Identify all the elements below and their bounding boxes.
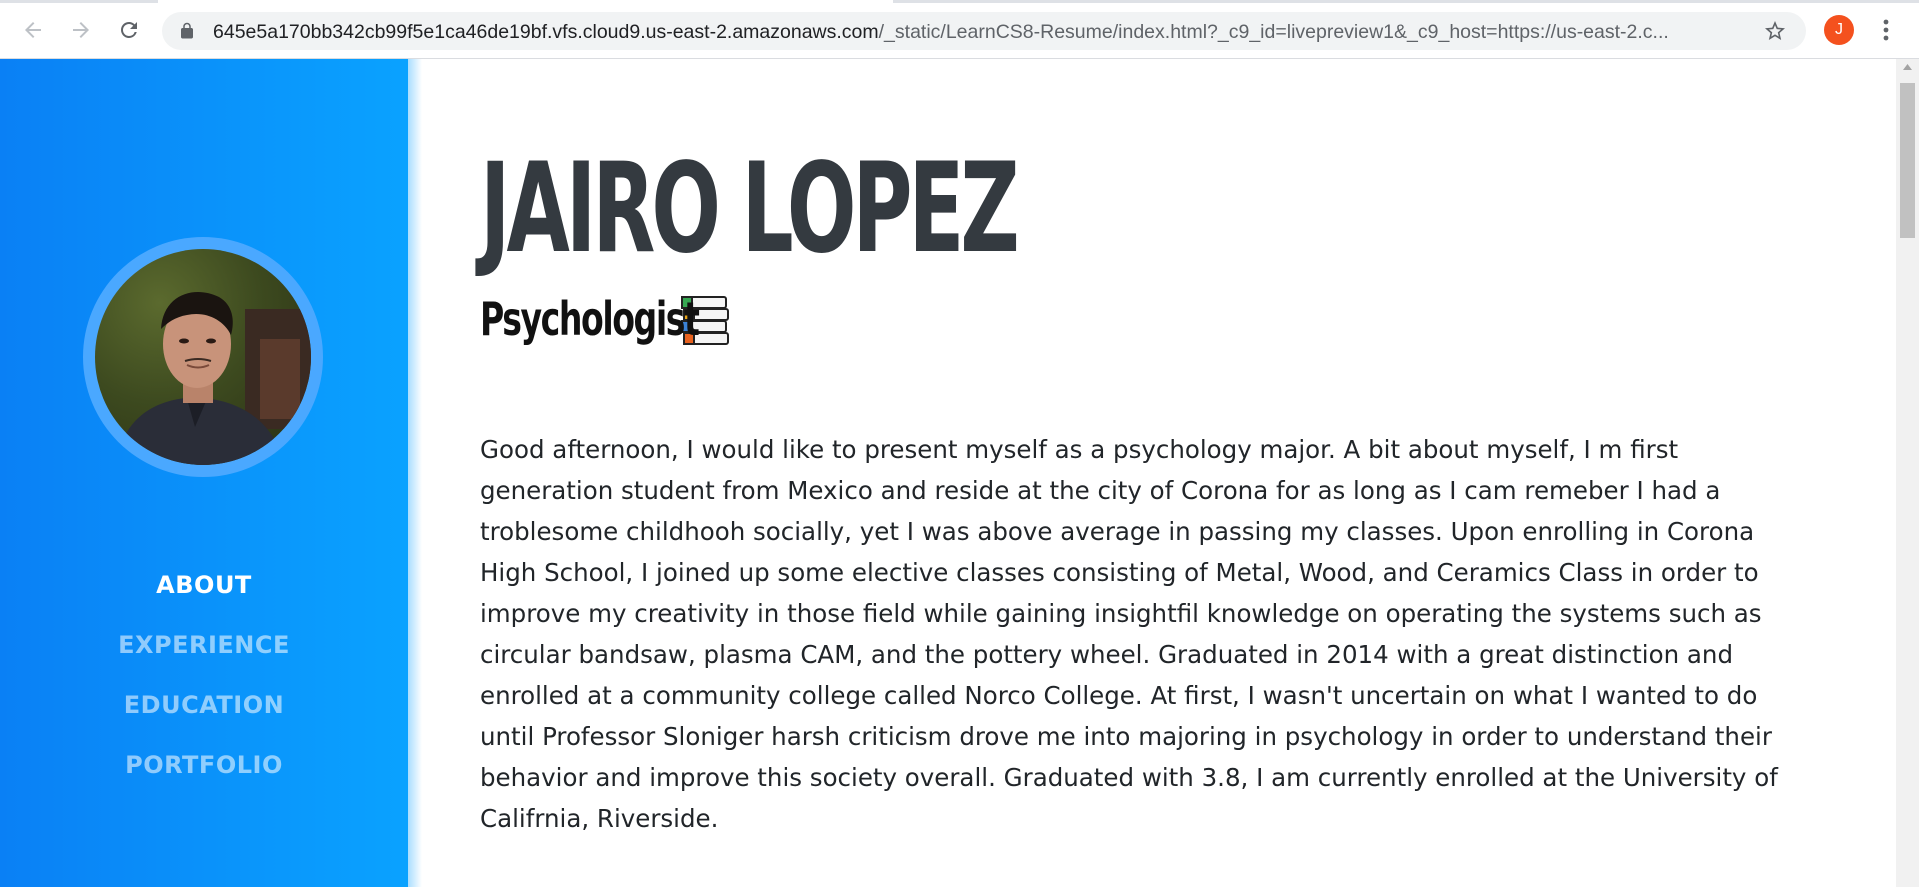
sidebar: ABOUT EXPERIENCE EDUCATION PORTFOLIO	[0, 59, 422, 887]
page-viewport: ABOUT EXPERIENCE EDUCATION PORTFOLIO JAI…	[0, 59, 1919, 887]
url-path: /_static/LearnCS8-Resume/index.html?_c9_…	[878, 21, 1669, 43]
url-text[interactable]: 645e5a170bb342cb99f5e1ca46de19bf.vfs.clo…	[213, 21, 1743, 43]
nav-about[interactable]: ABOUT	[0, 555, 408, 615]
scrollbar-thumb[interactable]	[1900, 83, 1915, 238]
subtitle-row: Psychologist	[480, 291, 730, 347]
profile-avatar[interactable]: J	[1824, 15, 1854, 45]
lock-icon	[181, 22, 193, 39]
address-bar[interactable]: 645e5a170bb342cb99f5e1ca46de19bf.vfs.clo…	[162, 12, 1806, 50]
about-section: JAIRO LOPEZ Psychologist Good afternoon,…	[480, 59, 1800, 887]
browser-toolbar: 645e5a170bb342cb99f5e1ca46de19bf.vfs.clo…	[0, 0, 1919, 59]
nav-experience[interactable]: EXPERIENCE	[0, 615, 408, 675]
nav-portfolio[interactable]: PORTFOLIO	[0, 735, 408, 795]
star-icon[interactable]	[1763, 19, 1787, 43]
page-title: JAIRO LOPEZ	[480, 137, 1020, 281]
profile-photo	[95, 249, 311, 465]
job-title: Psychologist	[480, 292, 700, 346]
arrow-left-icon	[25, 22, 41, 38]
tab-strip	[0, 0, 1919, 3]
active-tab-edge	[158, 0, 893, 3]
section-nav: ABOUT EXPERIENCE EDUCATION PORTFOLIO	[0, 555, 408, 795]
reload-button[interactable]	[112, 13, 146, 47]
profile-photo-frame	[83, 237, 323, 477]
forward-button[interactable]	[64, 13, 98, 47]
scroll-up-arrow-icon[interactable]	[1902, 63, 1913, 71]
bio-paragraph: Good afternoon, I would like to present …	[480, 435, 1778, 833]
portrait-illustration	[115, 291, 311, 465]
reload-icon	[121, 22, 137, 38]
more-vertical-icon[interactable]	[1876, 17, 1896, 43]
back-button[interactable]	[16, 13, 50, 47]
nav-education[interactable]: EDUCATION	[0, 675, 408, 735]
page-scrollbar[interactable]	[1896, 59, 1919, 887]
arrow-right-icon	[73, 22, 89, 38]
url-host: 645e5a170bb342cb99f5e1ca46de19bf.vfs.clo…	[213, 21, 879, 43]
